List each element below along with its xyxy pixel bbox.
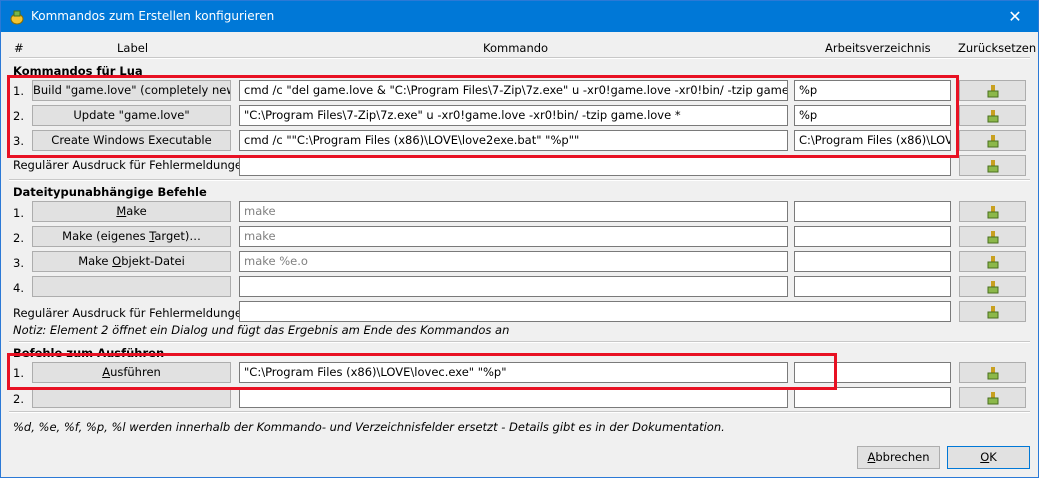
- independent-workdir-field-3[interactable]: [794, 251, 951, 272]
- reset-button[interactable]: [959, 387, 1026, 408]
- separator: [9, 57, 1030, 59]
- execute-workdir-field-2[interactable]: [794, 387, 951, 408]
- regex-label: Regulärer Ausdruck für Fehlermeldungen:: [13, 158, 254, 172]
- lua-regex-field[interactable]: [239, 155, 951, 176]
- independent-command-field-2[interactable]: make: [239, 226, 788, 247]
- make-target-button[interactable]: Make (eigenes Target)…: [32, 226, 231, 247]
- reset-button[interactable]: [959, 251, 1026, 272]
- independent-command-field-3[interactable]: make %e.o: [239, 251, 788, 272]
- row-number: 1.: [13, 206, 24, 220]
- label-text: arget)…: [154, 229, 201, 243]
- column-header-reset: Zurücksetzen: [958, 41, 1037, 55]
- independent-label-button-4[interactable]: [32, 276, 231, 297]
- independent-regex-field[interactable]: [239, 301, 951, 322]
- clear-broom-icon: [987, 231, 999, 244]
- highlight-box-execute: [7, 353, 837, 390]
- independent-command-field-4[interactable]: [239, 276, 788, 297]
- reset-button[interactable]: [959, 130, 1026, 151]
- separator: [9, 179, 1030, 181]
- dialog-window: Kommandos zum Erstellen konfigurieren ✕ …: [0, 0, 1039, 478]
- clear-broom-icon: [987, 160, 999, 173]
- execute-label-button-2[interactable]: [32, 387, 231, 408]
- regex-label: Regulärer Ausdruck für Fehlermeldungen:: [13, 306, 254, 320]
- make-object-button[interactable]: Make Objekt-Datei: [32, 251, 231, 272]
- row-number: 4.: [13, 281, 24, 295]
- separator: [9, 411, 1030, 413]
- clear-broom-icon: [987, 256, 999, 269]
- clear-broom-icon: [987, 135, 999, 148]
- separator: [9, 341, 1030, 343]
- label-text: bbrechen: [875, 450, 930, 464]
- note-text: Notiz: Element 2 öffnet ein Dialog und f…: [13, 323, 510, 337]
- label-text: ake: [126, 204, 147, 218]
- column-header-label: Label: [117, 41, 149, 55]
- placeholder: make: [244, 204, 276, 218]
- highlight-box-lua: [7, 75, 959, 158]
- label-text: Make: [78, 254, 113, 268]
- clear-broom-icon: [987, 110, 999, 123]
- footer-note: %d, %e, %f, %p, %l werden innerhalb der …: [13, 420, 725, 434]
- independent-workdir-field-4[interactable]: [794, 276, 951, 297]
- mnemonic: O: [112, 254, 122, 268]
- ok-button[interactable]: OK: [947, 446, 1030, 469]
- clear-broom-icon: [987, 85, 999, 98]
- reset-button[interactable]: [959, 362, 1026, 383]
- row-number: 2.: [13, 231, 24, 245]
- label-text: Make (eigenes: [62, 229, 150, 243]
- reset-button[interactable]: [959, 155, 1026, 176]
- reset-button[interactable]: [959, 105, 1026, 126]
- clear-broom-icon: [987, 281, 999, 294]
- section-title-independent: Dateitypunabhängige Befehle: [13, 185, 207, 199]
- reset-button[interactable]: [959, 301, 1026, 322]
- execute-command-field-2[interactable]: [239, 387, 788, 408]
- label-text: K: [989, 450, 997, 464]
- geany-app-icon: [10, 10, 24, 25]
- independent-command-field-1[interactable]: make: [239, 201, 788, 222]
- independent-workdir-field-2[interactable]: [794, 226, 951, 247]
- title-bar: Kommandos zum Erstellen konfigurieren ✕: [1, 1, 1038, 32]
- label-text: bjekt-Datei: [121, 254, 185, 268]
- window-title: Kommandos zum Erstellen konfigurieren: [31, 9, 275, 23]
- mnemonic: M: [116, 204, 127, 218]
- clear-broom-icon: [987, 367, 999, 380]
- reset-button[interactable]: [959, 201, 1026, 222]
- mnemonic: O: [980, 450, 990, 464]
- make-button[interactable]: Make: [32, 201, 231, 222]
- row-number: 2.: [13, 392, 24, 406]
- placeholder: make: [244, 229, 276, 243]
- clear-broom-icon: [987, 306, 999, 319]
- placeholder: make %e.o: [244, 254, 308, 268]
- row-number: 3.: [13, 256, 24, 270]
- column-header-num: #: [14, 41, 24, 55]
- independent-workdir-field-1[interactable]: [794, 201, 951, 222]
- clear-broom-icon: [987, 206, 999, 219]
- column-header-workdir: Arbeitsverzeichnis: [825, 41, 931, 55]
- clear-broom-icon: [987, 392, 999, 405]
- cancel-button[interactable]: Abbrechen: [857, 446, 940, 469]
- reset-button[interactable]: [959, 226, 1026, 247]
- close-icon[interactable]: ✕: [992, 1, 1038, 32]
- column-header-command: Kommando: [483, 41, 549, 55]
- reset-button[interactable]: [959, 80, 1026, 101]
- reset-button[interactable]: [959, 276, 1026, 297]
